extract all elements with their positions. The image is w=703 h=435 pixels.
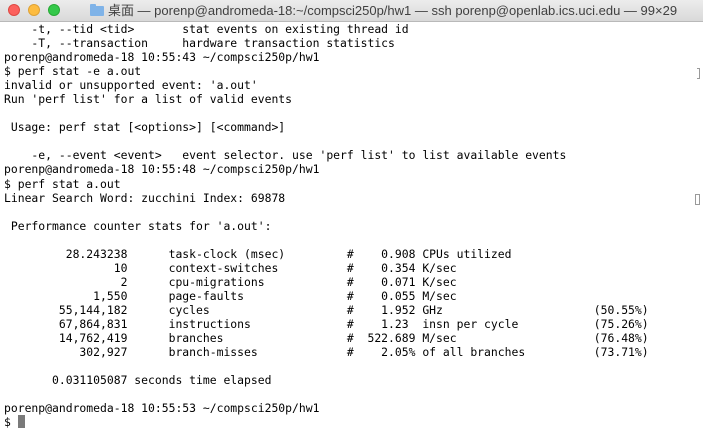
terminal-line: porenp@andromeda-18 10:55:48 ~/compsci25…: [4, 162, 320, 177]
terminal-line: 302,927 branch-misses # 2.05% of all bra…: [4, 345, 649, 360]
terminal-prompt-line[interactable]: $: [4, 415, 703, 429]
terminal-line: 2 cpu-migrations # 0.071 K/sec: [4, 274, 457, 289]
terminal-line: invalid or unsupported event: 'a.out': [4, 78, 258, 93]
terminal-line: 28.243238 task-clock (msec) # 0.908 CPUs…: [4, 246, 512, 261]
terminal-line: 0.031105087 seconds time elapsed: [4, 373, 272, 388]
terminal-line: porenp@andromeda-18 10:55:43 ~/compsci25…: [4, 50, 320, 65]
minimize-button[interactable]: [28, 4, 40, 16]
terminal-line: 55,144,182 cycles # 1.952 GHz (50.55%): [4, 302, 649, 317]
terminal-line: porenp@andromeda-18 10:55:53 ~/compsci25…: [4, 401, 320, 416]
terminal-line: -T, --transaction hardware transaction s…: [4, 36, 395, 51]
terminal-line: Run 'perf list' for a list of valid even…: [4, 92, 293, 107]
terminal-prompt: $: [4, 415, 18, 430]
terminal-line: Linear Search Word: zucchini Index: 6987…: [4, 190, 286, 205]
terminal-line: -t, --tid <tid> stat events on existing …: [4, 22, 409, 36]
terminal-line: 10 context-switches # 0.354 K/sec: [4, 260, 457, 275]
terminal-line: $ perf stat a.out: [4, 176, 121, 191]
terminal-output[interactable]: -t, --tid <tid> stat events on existing …: [0, 22, 703, 435]
terminal-line: 67,864,831 instructions # 1.23 insn per …: [4, 316, 649, 331]
terminal-line: $ perf stat -e a.out: [4, 64, 142, 79]
terminal-line: Usage: perf stat [<options>] [<command>]: [4, 120, 286, 135]
zoom-button[interactable]: [48, 4, 60, 16]
terminal-line: Performance counter stats for 'a.out':: [4, 218, 272, 233]
terminal-window: 桌面 — porenp@andromeda-18:~/compsci250p/h…: [0, 0, 703, 435]
window-title: 桌面 — porenp@andromeda-18:~/compsci250p/h…: [70, 0, 697, 22]
folder-icon: [89, 4, 104, 16]
text-cursor: [17, 415, 25, 429]
terminal-line: -e, --event <event> event selector. use …: [4, 148, 567, 163]
title-bar[interactable]: 桌面 — porenp@andromeda-18:~/compsci250p/h…: [0, 0, 703, 22]
terminal-line: 14,762,419 branches # 522.689 M/sec (76.…: [4, 331, 649, 346]
mark-bracket-icon: [697, 194, 700, 205]
terminal-line: 1,550 page-faults # 0.055 M/sec: [4, 288, 457, 303]
window-title-text: 桌面 — porenp@andromeda-18:~/compsci250p/h…: [107, 3, 678, 18]
mark-bracket-icon: [697, 68, 700, 79]
close-button[interactable]: [8, 4, 20, 16]
